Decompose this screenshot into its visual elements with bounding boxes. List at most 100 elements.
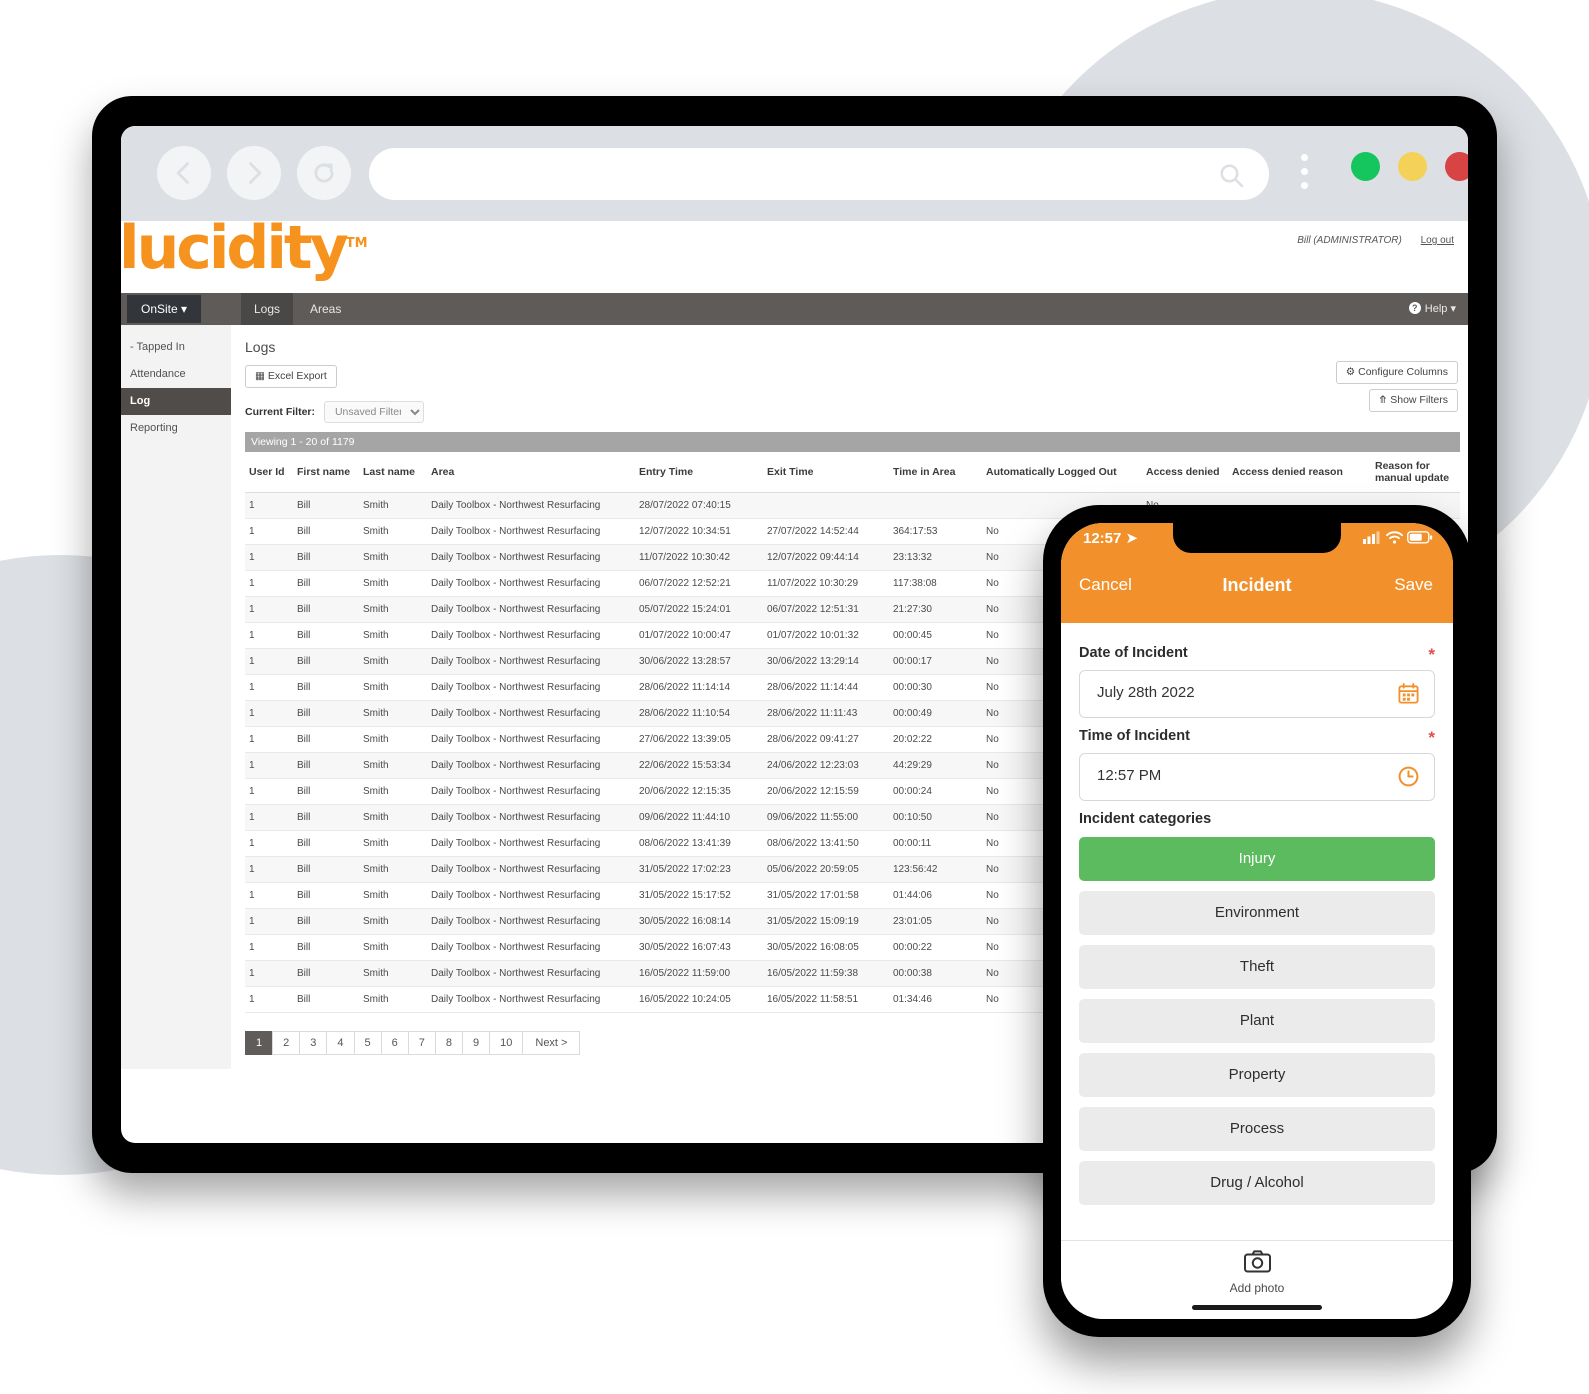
table-cell: 08/06/2022 13:41:39 (635, 830, 763, 857)
sidebar-item-label: Attendance (130, 368, 186, 380)
onsite-dropdown-button[interactable]: OnSite ▾ (127, 295, 202, 323)
window-dot-yellow[interactable] (1398, 152, 1427, 181)
table-cell: Smith (359, 492, 427, 519)
table-cell: 1 (245, 726, 293, 753)
col-auto-logged-out[interactable]: Automatically Logged Out (982, 452, 1142, 493)
table-cell: 16/05/2022 11:58:51 (763, 986, 889, 1013)
pagination-page-1[interactable]: 1 (245, 1031, 274, 1055)
table-cell: Bill (293, 674, 359, 701)
brand-bar: lucidityTM Bill (ADMINISTRATOR) Log out (121, 213, 1468, 293)
table-cell: Bill (293, 752, 359, 779)
pagination-page-10[interactable]: 10 (489, 1031, 524, 1055)
col-access-denied[interactable]: Access denied (1142, 452, 1228, 493)
pagination-page-4[interactable]: 4 (326, 1031, 355, 1055)
table-cell: Smith (359, 830, 427, 857)
tab-logs[interactable]: Logs (241, 293, 294, 325)
table-cell: 44:29:29 (889, 752, 982, 779)
table-cell: Daily Toolbox - Northwest Resurfacing (427, 648, 635, 675)
tab-areas[interactable]: Areas (297, 293, 354, 325)
table-cell: 11/07/2022 10:30:29 (763, 570, 889, 597)
excel-export-button[interactable]: ▦ Excel Export (245, 365, 337, 388)
col-access-denied-reason[interactable]: Access denied reason (1228, 452, 1371, 493)
time-of-incident-field[interactable]: 12:57 PM (1079, 753, 1435, 801)
table-cell: Daily Toolbox - Northwest Resurfacing (427, 622, 635, 649)
col-time-in-area[interactable]: Time in Area (889, 452, 982, 493)
table-cell: Bill (293, 544, 359, 571)
table-cell: 1 (245, 518, 293, 545)
pagination-next[interactable]: Next > (522, 1031, 581, 1055)
table-cell: Smith (359, 700, 427, 727)
table-cell: Daily Toolbox - Northwest Resurfacing (427, 544, 635, 571)
col-reason-manual-update[interactable]: Reason for manual update (1371, 452, 1460, 493)
configure-columns-label: Configure Columns (1358, 366, 1448, 378)
table-cell: Smith (359, 570, 427, 597)
sidebar-item-reporting[interactable]: Reporting (121, 415, 231, 442)
category-button-property[interactable]: Property (1079, 1053, 1435, 1097)
category-button-environment[interactable]: Environment (1079, 891, 1435, 935)
pagination-page-7[interactable]: 7 (407, 1031, 436, 1055)
logout-link[interactable]: Log out (1421, 235, 1454, 246)
table-cell: Smith (359, 674, 427, 701)
show-filters-label: Show Filters (1390, 394, 1448, 406)
toolbar-row: ▦ Excel Export ⚙ Configure Columns ⤊ Sho… (245, 361, 1460, 412)
table-cell: Bill (293, 882, 359, 909)
browser-reload-button[interactable] (297, 146, 351, 200)
window-dot-green[interactable] (1351, 152, 1380, 181)
table-cell: 1 (245, 596, 293, 623)
add-photo-bar[interactable]: Add photo (1061, 1240, 1453, 1295)
table-cell: 1 (245, 882, 293, 909)
kebab-menu-icon[interactable] (1301, 154, 1308, 196)
category-button-injury[interactable]: Injury (1079, 837, 1435, 881)
pagination-page-5[interactable]: 5 (353, 1031, 382, 1055)
save-button[interactable]: Save (1394, 575, 1433, 595)
table-cell: Daily Toolbox - Northwest Resurfacing (427, 700, 635, 727)
calendar-icon[interactable] (1397, 682, 1420, 710)
col-first-name[interactable]: First name (293, 452, 359, 493)
col-exit-time[interactable]: Exit Time (763, 452, 889, 493)
category-button-theft[interactable]: Theft (1079, 945, 1435, 989)
col-user-id[interactable]: User Id (245, 452, 293, 493)
sidebar: - Tapped In Attendance Log Reporting (121, 325, 231, 1069)
col-entry-time[interactable]: Entry Time (635, 452, 763, 493)
col-last-name[interactable]: Last name (359, 452, 427, 493)
category-button-plant[interactable]: Plant (1079, 999, 1435, 1043)
category-button-process[interactable]: Process (1079, 1107, 1435, 1151)
col-area[interactable]: Area (427, 452, 635, 493)
pagination-page-6[interactable]: 6 (380, 1031, 409, 1055)
pagination-page-9[interactable]: 9 (462, 1031, 491, 1055)
date-label-text: Date of Incident (1079, 645, 1188, 661)
question-mark-icon: ? (1408, 302, 1421, 314)
pagination-page-8[interactable]: 8 (434, 1031, 463, 1055)
table-cell: 31/05/2022 17:01:58 (763, 882, 889, 909)
table-cell: 12/07/2022 09:44:14 (763, 544, 889, 571)
clock-icon[interactable] (1397, 765, 1420, 793)
table-cell: 117:38:08 (889, 570, 982, 597)
configure-columns-button[interactable]: ⚙ Configure Columns (1335, 361, 1458, 384)
show-filters-button[interactable]: ⤊ Show Filters (1368, 389, 1458, 412)
pagination-page-2[interactable]: 2 (272, 1031, 301, 1055)
sidebar-item-log[interactable]: Log (121, 388, 231, 415)
address-bar[interactable] (369, 148, 1269, 200)
table-cell: Daily Toolbox - Northwest Resurfacing (427, 960, 635, 987)
table-cell: Smith (359, 518, 427, 545)
browser-back-button[interactable] (157, 146, 211, 200)
tab-areas-label: Areas (310, 302, 342, 316)
table-cell: 1 (245, 830, 293, 857)
sidebar-item-tapped-in[interactable]: - Tapped In (121, 334, 231, 361)
pagination-page-3[interactable]: 3 (299, 1031, 328, 1055)
category-button-drug-alcohol[interactable]: Drug / Alcohol (1079, 1161, 1435, 1205)
help-menu[interactable]: ? Help ▾ (1408, 293, 1456, 325)
table-cell: Bill (293, 596, 359, 623)
table-cell: 31/05/2022 17:02:23 (635, 856, 763, 883)
sidebar-item-attendance[interactable]: Attendance (121, 361, 231, 388)
date-of-incident-field[interactable]: July 28th 2022 (1079, 670, 1435, 718)
table-cell: 31/05/2022 15:09:19 (763, 908, 889, 935)
table-cell: 1 (245, 752, 293, 779)
table-cell: 24/06/2022 12:23:03 (763, 752, 889, 779)
browser-forward-button[interactable] (227, 146, 281, 200)
current-filter-select[interactable]: Unsaved Filter (323, 401, 424, 423)
window-dot-red[interactable] (1445, 152, 1468, 181)
table-cell: Smith (359, 752, 427, 779)
sidebar-item-label: - Tapped In (130, 341, 185, 353)
table-cell (889, 492, 982, 519)
